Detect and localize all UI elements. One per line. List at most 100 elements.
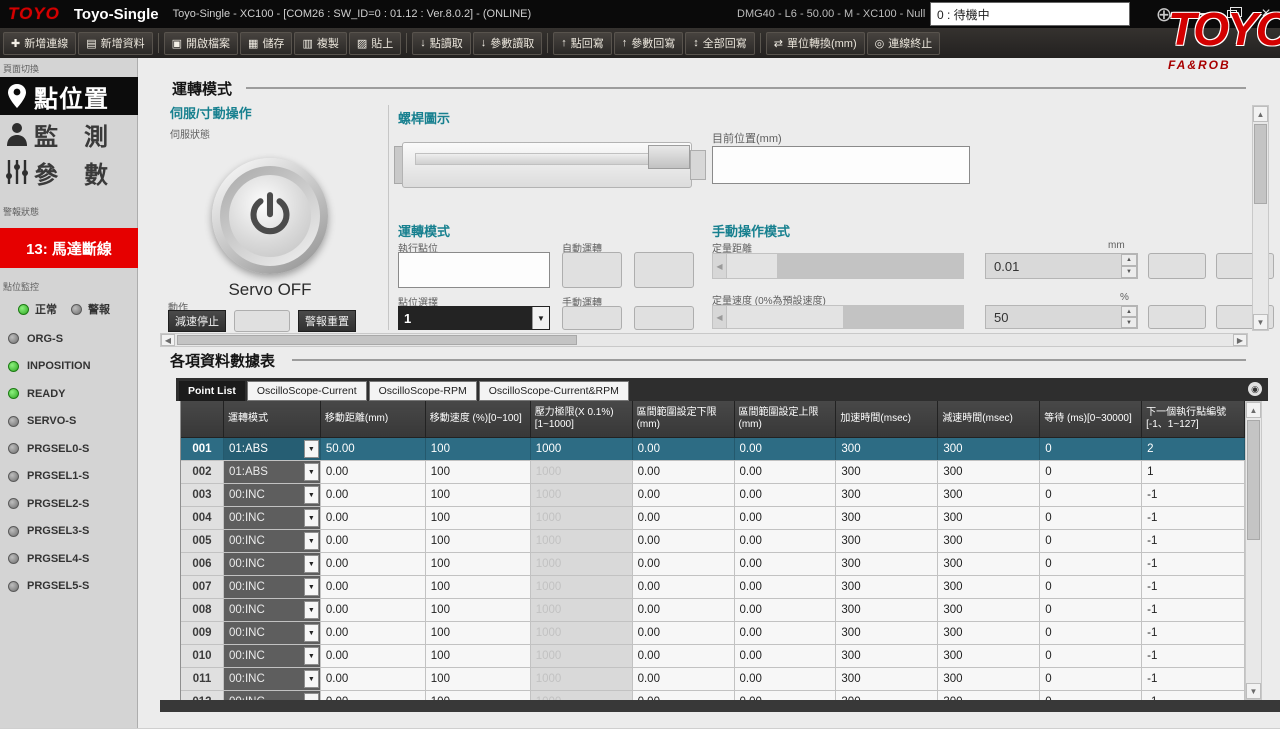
chevron-down-icon[interactable]: ▼ [304,555,319,573]
mode-dropdown[interactable]: 00:INC▼ [224,645,321,667]
table-cell[interactable]: 0.00 [633,507,735,529]
table-cell[interactable]: 0 [1040,507,1142,529]
table-cell[interactable]: 0 [1040,438,1142,460]
table-cell[interactable]: 2 [1142,438,1245,460]
save-button[interactable]: ▦儲存 [240,32,292,55]
tab-oscilloscope-current[interactable]: OscilloScope-Current [247,381,367,401]
speed-jog-button-1[interactable] [1148,305,1206,329]
table-cell[interactable]: 300 [938,438,1040,460]
sidebar-item-point-position[interactable]: 點位置 [0,77,138,115]
table-cell[interactable]: 100 [426,691,531,700]
table-row[interactable]: 00700:INC▼0.0010010000.000.003003000-1 [181,576,1245,599]
servo-power-button[interactable] [212,158,328,274]
alarm-reset-button[interactable]: 警報重置 [298,310,356,332]
spin-up-icon[interactable]: ▲ [1121,306,1137,317]
scroll-up-icon[interactable]: ▲ [1246,402,1261,418]
spin-down-icon[interactable]: ▼ [1121,317,1137,328]
tab-strip-options-icon[interactable]: ◉ [1248,382,1262,396]
mode-dropdown[interactable]: 00:INC▼ [224,576,321,598]
tab-point-list[interactable]: Point List [179,381,245,401]
table-cell[interactable]: 0.00 [735,530,837,552]
tab-oscilloscope-current-rpm[interactable]: OscilloScope-Current&RPM [479,381,629,401]
table-cell[interactable]: 0.00 [321,691,426,700]
chevron-down-icon[interactable]: ▼ [304,463,319,481]
table-cell[interactable]: -1 [1142,622,1245,644]
table-cell[interactable]: 0.00 [735,599,837,621]
table-cell[interactable]: 0 [1040,553,1142,575]
point-select-dropdown[interactable]: 1 ▼ [398,306,550,330]
chevron-down-icon[interactable]: ▼ [304,509,319,527]
unit-convert-button[interactable]: ⇄單位轉換(mm) [766,32,865,55]
auto-run-button-2[interactable] [634,252,694,288]
table-vscrollbar[interactable]: ▲ ▼ [1245,401,1262,700]
table-cell[interactable]: 0.00 [735,553,837,575]
table-cell[interactable]: 1000 [531,622,633,644]
table-cell[interactable]: 0.00 [321,461,426,483]
table-row[interactable]: 01000:INC▼0.0010010000.000.003003000-1 [181,645,1245,668]
point-read-button[interactable]: ↓點讀取 [412,32,471,55]
table-cell[interactable]: 0.00 [633,599,735,621]
spin-down-icon[interactable]: ▼ [1121,266,1137,278]
table-row[interactable]: 01200:INC▼0.0010010000.000.003003000-1 [181,691,1245,700]
sidebar-item-monitor[interactable]: 監 測 [0,115,138,153]
table-cell[interactable]: 100 [426,530,531,552]
table-cell[interactable]: 1000 [531,438,633,460]
blank-action-button[interactable] [234,310,290,332]
table-cell[interactable]: 0.00 [633,668,735,690]
table-cell[interactable]: 300 [938,622,1040,644]
table-cell[interactable]: -1 [1142,668,1245,690]
mode-dropdown[interactable]: 00:INC▼ [224,691,321,700]
table-cell[interactable]: 1000 [531,461,633,483]
table-row[interactable]: 00300:INC▼0.0010010000.000.003003000-1 [181,484,1245,507]
mode-dropdown[interactable]: 00:INC▼ [224,484,321,506]
table-cell[interactable]: 300 [938,530,1040,552]
table-cell[interactable]: 0 [1040,461,1142,483]
table-cell[interactable]: 0.00 [735,645,837,667]
table-cell[interactable]: 0.00 [321,484,426,506]
table-cell[interactable]: 300 [938,691,1040,700]
table-cell[interactable]: 0.00 [633,691,735,700]
table-cell[interactable]: 1 [1142,461,1245,483]
new-data-button[interactable]: ▤新增資料 [78,32,152,55]
disconnect-button[interactable]: ◎連線終止 [867,32,941,55]
table-row[interactable]: 00600:INC▼0.0010010000.000.003003000-1 [181,553,1245,576]
table-cell[interactable]: 1000 [531,691,633,700]
table-cell[interactable]: 100 [426,507,531,529]
table-cell[interactable]: 300 [938,599,1040,621]
table-cell[interactable]: 0.00 [321,668,426,690]
table-cell[interactable]: 300 [836,484,938,506]
table-cell[interactable]: 0.00 [735,576,837,598]
table-cell[interactable]: -1 [1142,553,1245,575]
chevron-down-icon[interactable]: ▼ [532,307,549,329]
table-cell[interactable]: 1000 [531,668,633,690]
sidebar-item-parameters[interactable]: 參 數 [0,153,138,191]
mode-dropdown[interactable]: 00:INC▼ [224,622,321,644]
mode-dropdown[interactable]: 01:ABS▼ [224,438,321,460]
table-cell[interactable]: 0.00 [321,507,426,529]
speed-slider[interactable]: ◀ [712,305,964,329]
chevron-down-icon[interactable]: ▼ [304,624,319,642]
table-cell[interactable]: 100 [426,645,531,667]
distance-spin-buttons[interactable]: ▲▼ [1121,254,1137,278]
auto-run-button-1[interactable] [562,252,622,288]
table-cell[interactable]: 0.00 [321,530,426,552]
table-cell[interactable]: 1000 [531,507,633,529]
table-cell[interactable]: 0.00 [735,668,837,690]
table-row[interactable]: 00400:INC▼0.0010010000.000.003003000-1 [181,507,1245,530]
table-vscroll-thumb[interactable] [1247,420,1260,540]
table-cell[interactable]: 1000 [531,599,633,621]
table-cell[interactable]: 0 [1040,484,1142,506]
point-writeback-button[interactable]: ↑點回寫 [553,32,612,55]
hscroll-thumb[interactable] [177,335,577,345]
table-cell[interactable]: 0.00 [735,691,837,700]
chevron-down-icon[interactable]: ▼ [304,693,319,700]
table-cell[interactable]: 100 [426,576,531,598]
scroll-left-icon[interactable]: ◀ [161,334,175,346]
mode-dropdown[interactable]: 01:ABS▼ [224,461,321,483]
chevron-down-icon[interactable]: ▼ [304,670,319,688]
scroll-down-icon[interactable]: ▼ [1253,314,1268,330]
table-cell[interactable]: 0 [1040,576,1142,598]
table-cell[interactable]: 300 [938,668,1040,690]
exec-point-field[interactable] [398,252,550,288]
table-cell[interactable]: 0.00 [633,622,735,644]
